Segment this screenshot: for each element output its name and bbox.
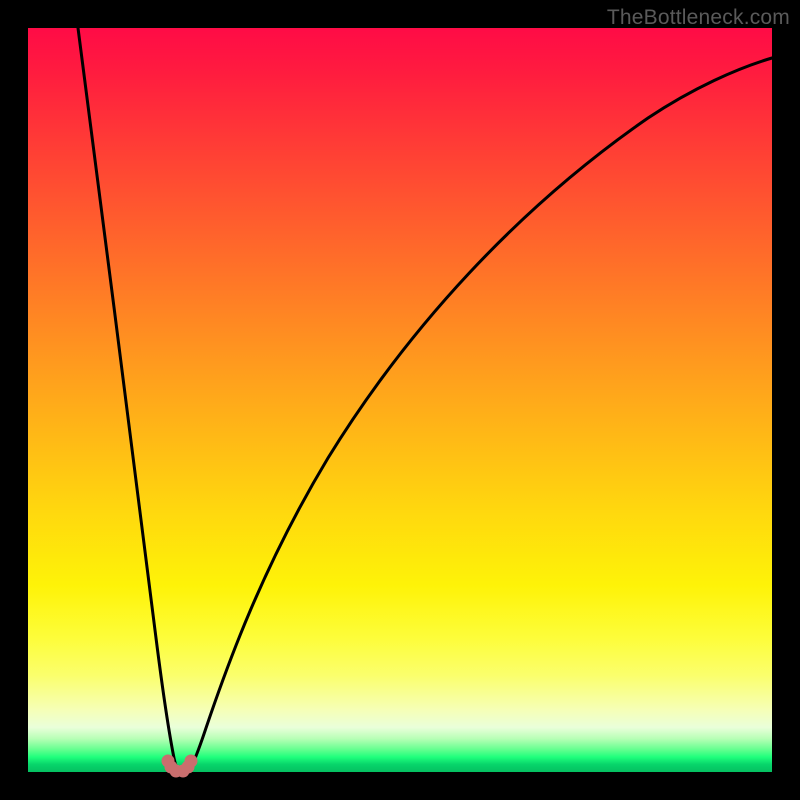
marker-dot [185, 755, 198, 768]
curve-right-branch [188, 58, 772, 772]
watermark-text: TheBottleneck.com [607, 6, 790, 30]
curve-left-branch [78, 28, 179, 772]
chart-frame: TheBottleneck.com [0, 0, 800, 800]
bottleneck-curve [28, 28, 772, 772]
plot-area [28, 28, 772, 772]
